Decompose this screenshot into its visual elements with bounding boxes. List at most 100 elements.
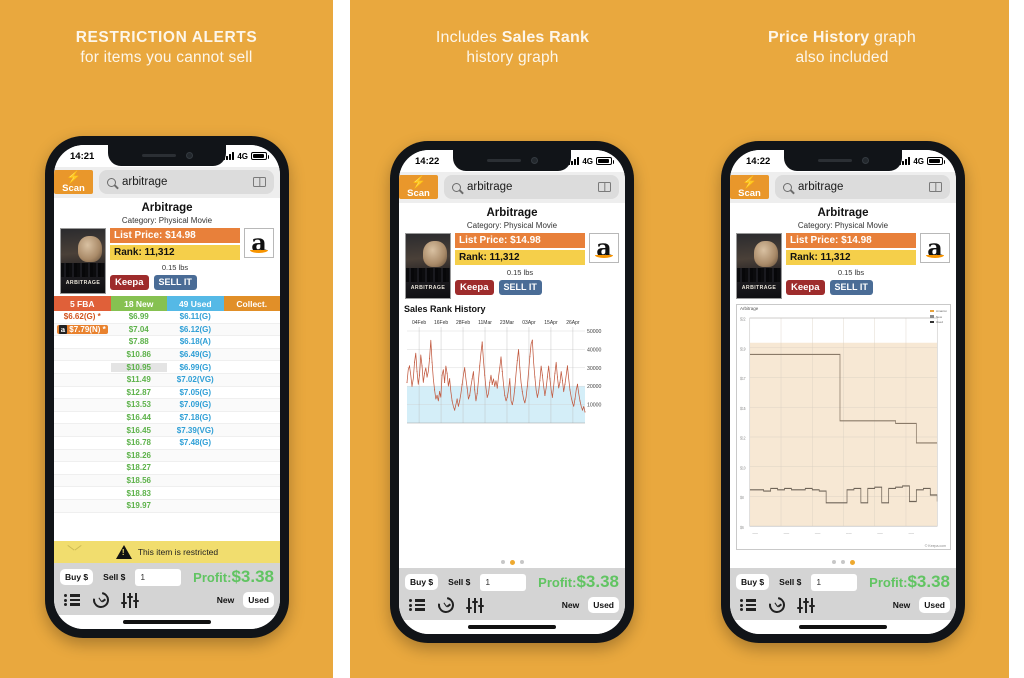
table-row[interactable]: $11.49 $7.02(VG) (54, 373, 280, 387)
column-header-collect[interactable]: Collect. (223, 296, 280, 311)
list-icon[interactable] (409, 599, 425, 611)
book-icon[interactable] (598, 182, 611, 192)
table-row[interactable]: $18.26 (54, 449, 280, 463)
front-camera-icon (530, 157, 538, 164)
restriction-text: This item is restricted (137, 547, 219, 557)
amazon-logo[interactable]: a (244, 228, 274, 258)
promo-panel-restriction-alerts: RESTRICTION ALERTS for items you cannot … (0, 0, 333, 678)
scan-button-label: Scan (738, 187, 761, 199)
table-row[interactable]: $18.27 (54, 462, 280, 475)
cell-new: $18.27 (126, 463, 151, 473)
sliders-icon[interactable] (797, 597, 815, 613)
home-indicator (399, 620, 625, 634)
sliders-icon[interactable] (466, 597, 484, 613)
table-row[interactable]: $10.86 $6.49(G) (54, 348, 280, 362)
page-dot[interactable] (519, 560, 524, 564)
table-row[interactable]: $18.83 (54, 487, 280, 500)
table-row[interactable]: a $7.79(N) * $7.04 $6.12(G) (54, 323, 280, 337)
quantity-input[interactable]: 1 (480, 573, 527, 591)
keepa-button[interactable]: Keepa (110, 275, 149, 290)
list-price-bar: List Price: $14.98 (110, 228, 240, 243)
search-input[interactable]: arbitrage (99, 170, 274, 194)
history-icon[interactable] (765, 593, 789, 617)
keepa-button[interactable]: Keepa (786, 280, 825, 295)
buy-price-button[interactable]: Buy $ (405, 574, 439, 590)
book-icon[interactable] (253, 177, 266, 187)
product-title: Arbitrage (141, 202, 193, 214)
cell-new: $16.78 (126, 438, 151, 448)
sell-price-button[interactable]: Sell $ (98, 569, 130, 585)
sell-it-button[interactable]: SELL IT (153, 275, 197, 290)
product-summary-3: Arbitrage Category: Physical Movie ARBIT… (730, 203, 956, 301)
list-icon[interactable] (740, 599, 756, 611)
column-header-used[interactable]: 49 Used (167, 296, 224, 311)
page-dot[interactable] (840, 560, 845, 564)
column-header-fba[interactable]: 5 FBA (54, 296, 111, 311)
amazon-logo[interactable]: a (920, 233, 950, 263)
table-row[interactable]: $16.45 $7.39(VG) (54, 424, 280, 437)
condition-new-button[interactable]: New (888, 597, 915, 613)
profit-display: Profit:$3.38 (869, 572, 950, 592)
buy-price-button[interactable]: Buy $ (60, 569, 94, 585)
condition-new-button[interactable]: New (212, 592, 239, 608)
page-dot[interactable] (500, 560, 505, 564)
search-icon (452, 182, 461, 192)
sell-price-button[interactable]: Sell $ (774, 574, 806, 590)
scan-button[interactable]: ⚡ Scan (399, 175, 438, 199)
book-icon[interactable] (929, 182, 942, 192)
promo-line1-plain: Includes (435, 29, 502, 46)
search-input[interactable]: arbitrage (444, 175, 619, 199)
page-dot-active[interactable] (849, 559, 855, 565)
svg-text:16Feb: 16Feb (434, 320, 448, 326)
table-row[interactable]: $18.56 (54, 474, 280, 488)
bottom-toolbar-1: Buy $ Sell $ 1 Profit:$3.38 New Used (54, 563, 280, 615)
page-dot[interactable] (831, 560, 836, 564)
page-dot-active[interactable] (509, 559, 515, 565)
svg-text:$6: $6 (740, 524, 744, 530)
chevron-up-icon (68, 545, 81, 552)
table-row[interactable]: $10.95 $6.99(G) (54, 361, 280, 374)
scan-button[interactable]: ⚡ Scan (730, 175, 769, 199)
cover-skyline-art (406, 268, 450, 282)
table-row[interactable]: $13.53 $7.09(G) (54, 399, 280, 412)
keepa-button[interactable]: Keepa (455, 280, 494, 295)
phone-mockup-2: 14:22 4G ⚡ Scan arbitrage Arbitrage Cate… (390, 141, 634, 643)
sliders-icon[interactable] (121, 592, 139, 608)
search-input[interactable]: arbitrage (775, 175, 950, 199)
status-indicators: 4G (568, 157, 614, 166)
restriction-banner[interactable]: This item is restricted (54, 541, 280, 563)
table-row[interactable]: $7.88 $6.18(A) (54, 336, 280, 349)
profit-label: Profit: (538, 575, 577, 590)
table-row[interactable]: $16.44 $7.18(G) (54, 412, 280, 425)
condition-used-button[interactable]: Used (588, 597, 619, 613)
history-icon[interactable] (434, 593, 458, 617)
column-header-new[interactable]: 18 New (110, 296, 167, 311)
condition-used-button[interactable]: Used (243, 592, 274, 608)
sell-it-button[interactable]: SELL IT (498, 280, 542, 295)
condition-new-button[interactable]: New (557, 597, 584, 613)
table-row[interactable]: $19.97 (54, 499, 280, 513)
quantity-input[interactable]: 1 (811, 573, 858, 591)
search-icon (107, 177, 116, 187)
buy-price-button[interactable]: Buy $ (736, 574, 770, 590)
home-indicator (730, 620, 956, 634)
cover-skyline-art (737, 268, 781, 282)
history-icon[interactable] (89, 588, 113, 612)
product-title: Arbitrage (817, 207, 869, 219)
table-row[interactable]: $12.87 $7.05(G) (54, 387, 280, 400)
quantity-input[interactable]: 1 (135, 568, 182, 586)
price-history-chart: Arbitrage Amazon New Used $22 $19 $17 $15 $1… (730, 301, 956, 556)
condition-used-button[interactable]: Used (919, 597, 950, 613)
table-row[interactable]: $16.78 $7.48(G) (54, 437, 280, 450)
promo-panel-sales-rank: Includes Sales Rank history graph 14:22 … (350, 0, 675, 678)
profit-label: Profit: (193, 570, 232, 585)
product-category: Category: Physical Movie (466, 221, 558, 230)
sell-it-button[interactable]: SELL IT (829, 280, 873, 295)
keepa-chart-legend: Amazon New Used (929, 309, 947, 324)
profit-label: Profit: (869, 575, 908, 590)
scan-button[interactable]: ⚡ Scan (54, 170, 93, 194)
list-icon[interactable] (64, 594, 80, 606)
table-row[interactable]: $6.62(G) * $6.99 $6.11(G) (54, 311, 280, 324)
sell-price-button[interactable]: Sell $ (443, 574, 475, 590)
amazon-logo[interactable]: a (589, 233, 619, 263)
